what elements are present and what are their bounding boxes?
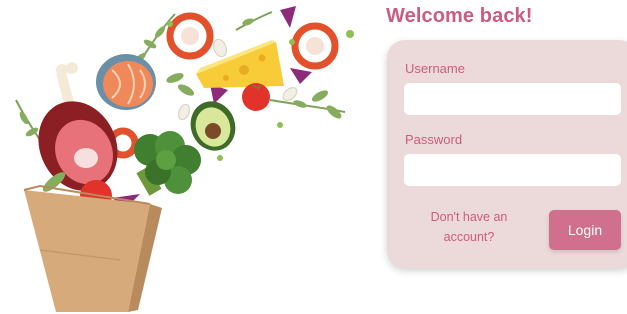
- username-input[interactable]: [404, 83, 621, 115]
- red-onion-slice: [280, 6, 296, 28]
- chicken-drumstick: [56, 62, 78, 106]
- red-onion-slice-2: [290, 68, 312, 84]
- broccoli: [134, 131, 201, 196]
- login-card: Username Password Don't have an account?…: [387, 40, 627, 268]
- grocery-illustration: [15, 6, 354, 312]
- password-input[interactable]: [404, 154, 621, 186]
- salmon-steak: [96, 54, 156, 110]
- username-label: Username: [405, 61, 465, 76]
- tomato: [242, 83, 270, 111]
- login-button[interactable]: Login: [549, 210, 621, 250]
- grocery-bag-icon: [23, 184, 162, 312]
- password-label: Password: [405, 132, 463, 147]
- signup-link[interactable]: Don't have an account?: [419, 207, 519, 247]
- page-title: Welcome back!: [386, 5, 533, 27]
